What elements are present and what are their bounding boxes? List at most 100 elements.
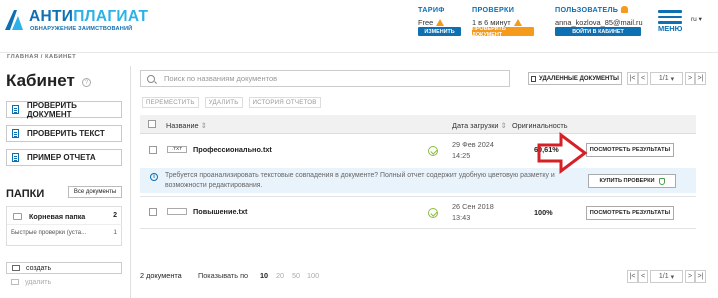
report-icon bbox=[12, 153, 19, 162]
search-input[interactable]: Поиск по названиям документов bbox=[140, 70, 510, 87]
page-value: 1/1 bbox=[658, 273, 669, 280]
upload-date: 26 Сен 2018 bbox=[452, 202, 494, 211]
check-document-label: ПРОВЕРИТЬ ДОКУМЕНТ bbox=[26, 100, 77, 119]
divider bbox=[130, 66, 131, 298]
folders-title: ПАПКИ bbox=[6, 188, 45, 200]
enter-cabinet-button[interactable]: ВОЙТИ В КАБИНЕТ bbox=[555, 27, 641, 36]
folder-icon bbox=[13, 213, 22, 220]
breadcrumb-current: КАБИНЕТ bbox=[45, 54, 77, 60]
page-size-option[interactable]: 100 bbox=[307, 271, 319, 280]
select-all-checkbox[interactable] bbox=[148, 120, 156, 128]
logo-icon bbox=[5, 10, 23, 30]
document-name[interactable]: Повышение.txt bbox=[193, 207, 247, 216]
top-header: АНТИПЛАГИАТ ОБНАРУЖЕНИЕ ЗАИМСТВОВАНИЙ ТА… bbox=[0, 0, 718, 48]
first-page-button[interactable]: |< bbox=[627, 72, 638, 85]
status-check-icon bbox=[428, 146, 438, 156]
create-folder-button[interactable]: создать bbox=[6, 262, 122, 274]
page-value: 1/1 bbox=[658, 75, 669, 82]
text-icon bbox=[12, 129, 19, 138]
language-select[interactable]: ru ▾ bbox=[691, 15, 702, 23]
checks-block: ПРОВЕРКИ 1 в 6 минут bbox=[472, 5, 522, 27]
breadcrumb-separator: / bbox=[40, 54, 43, 60]
breadcrumb-home[interactable]: ГЛАВНАЯ bbox=[7, 54, 39, 60]
document-name[interactable]: Профессионально.txt bbox=[193, 145, 272, 154]
row-divider bbox=[140, 196, 696, 197]
first-page-button[interactable]: |< bbox=[627, 270, 638, 283]
file-type-badge: .TXT bbox=[167, 146, 187, 153]
check-document-button[interactable]: ПРОВЕРИТЬ ДОКУМЕНТ bbox=[6, 100, 122, 119]
document-icon bbox=[12, 105, 19, 114]
user-block: ПОЛЬЗОВАТЕЛЬ anna_kozlova_85@mail.ru bbox=[555, 5, 643, 27]
status-check-icon bbox=[428, 208, 438, 218]
folder-item-root[interactable]: Корневая папка bbox=[29, 212, 85, 221]
tariff-block: ТАРИФ Free bbox=[418, 5, 445, 27]
deleted-documents-button[interactable]: УДАЛЕННЫЕ ДОКУМЕНТЫ bbox=[528, 72, 622, 85]
last-page-button[interactable]: >| bbox=[695, 270, 706, 283]
breadcrumb: ГЛАВНАЯ / КАБИНЕТ bbox=[7, 54, 76, 60]
next-page-button[interactable]: > bbox=[685, 270, 695, 283]
prev-page-button[interactable]: < bbox=[638, 72, 648, 85]
user-email[interactable]: anna_kozlova_85@mail.ru bbox=[555, 18, 643, 27]
check-document-header-button[interactable]: ПРОВЕРИТЬ ДОКУМЕНТ bbox=[472, 26, 534, 38]
page-size-option[interactable]: 50 bbox=[292, 271, 300, 280]
help-icon[interactable]: ? bbox=[82, 78, 91, 87]
file-type-badge bbox=[167, 208, 187, 215]
column-originality: Оригинальность bbox=[512, 121, 568, 130]
move-button[interactable]: ПЕРЕМЕСТИТЬ bbox=[142, 97, 199, 108]
search-icon bbox=[147, 74, 155, 83]
folder-item-quick-checks[interactable]: Быстрые проверки (уста... bbox=[11, 229, 86, 236]
logo-title-part-1: АНТИ bbox=[29, 8, 74, 25]
buy-checks-button[interactable]: КУПИТЬ ПРОВЕРКИ bbox=[588, 174, 676, 188]
show-by-label: Показывать по bbox=[198, 271, 249, 280]
red-arrow-icon bbox=[537, 132, 588, 174]
warning-icon bbox=[436, 19, 445, 26]
upload-date: 29 Фев 2024 bbox=[452, 140, 494, 149]
check-text-label: ПРОВЕРИТЬ ТЕКСТ bbox=[27, 129, 105, 138]
page-select[interactable]: 1/1 ▾ bbox=[650, 270, 683, 283]
bulk-actions: ПЕРЕМЕСТИТЬ УДАЛИТЬ ИСТОРИЯ ОТЧЕТОВ bbox=[142, 97, 321, 108]
document-count: 2 документа bbox=[140, 271, 182, 280]
upsell-text: Требуется проанализировать текстовые сов… bbox=[165, 172, 555, 189]
breadcrumb-bar bbox=[0, 52, 718, 63]
folder-list: Корневая папка 2 Быстрые проверки (уста.… bbox=[6, 206, 122, 246]
page-size-option[interactable]: 20 bbox=[276, 271, 284, 280]
delete-folder-button[interactable]: удалить bbox=[6, 276, 122, 288]
prev-page-button[interactable]: < bbox=[638, 270, 648, 283]
page-title: Кабинет bbox=[6, 71, 75, 90]
logo-subtitle: ОБНАРУЖЕНИЕ ЗАИМСТВОВАНИЙ bbox=[30, 26, 133, 32]
view-results-button[interactable]: ПОСМОТРЕТЬ РЕЗУЛЬТАТЫ bbox=[586, 143, 674, 157]
all-documents-button[interactable]: Все документы bbox=[68, 186, 122, 198]
view-results-button[interactable]: ПОСМОТРЕТЬ РЕЗУЛЬТАТЫ bbox=[586, 206, 674, 220]
page-size-option[interactable]: 10 bbox=[260, 271, 268, 280]
row-checkbox[interactable] bbox=[149, 146, 157, 154]
buy-checks-label: КУПИТЬ ПРОВЕРКИ bbox=[599, 178, 655, 184]
row-divider bbox=[140, 228, 696, 229]
logo-title-part-2: ПЛАГИАТ bbox=[73, 8, 149, 25]
trash-icon bbox=[531, 75, 537, 82]
sort-icon: ⇕ bbox=[200, 121, 207, 130]
page-select[interactable]: 1/1 ▾ bbox=[650, 72, 683, 85]
column-name[interactable]: Название ⇕ bbox=[166, 121, 207, 130]
upload-time: 13:43 bbox=[452, 213, 471, 222]
search-placeholder: Поиск по названиям документов bbox=[164, 74, 278, 83]
next-page-button[interactable]: > bbox=[685, 72, 695, 85]
info-icon: i bbox=[150, 173, 158, 181]
language-value: ru bbox=[691, 16, 697, 23]
last-page-button[interactable]: >| bbox=[695, 72, 706, 85]
bell-icon[interactable] bbox=[621, 6, 629, 13]
upload-time: 14:25 bbox=[452, 151, 471, 160]
logo-title[interactable]: АНТИПЛАГИАТ bbox=[29, 8, 148, 26]
deleted-documents-label: УДАЛЕННЫЕ ДОКУМЕНТЫ bbox=[539, 75, 619, 82]
column-date[interactable]: Дата загрузки ⇕ bbox=[452, 121, 507, 130]
delete-button[interactable]: УДАЛИТЬ bbox=[204, 97, 243, 108]
table-header: Название ⇕ Дата загрузки ⇕ Оригинальност… bbox=[140, 115, 696, 134]
report-history-button[interactable]: ИСТОРИЯ ОТЧЕТОВ bbox=[248, 97, 321, 108]
change-tariff-button[interactable]: ИЗМЕНИТЬ bbox=[418, 27, 461, 36]
create-label: создать bbox=[26, 264, 52, 272]
menu-label[interactable]: МЕНЮ bbox=[658, 24, 682, 33]
check-text-button[interactable]: ПРОВЕРИТЬ ТЕКСТ bbox=[6, 125, 122, 142]
sort-icon: ⇕ bbox=[500, 121, 507, 130]
sample-report-button[interactable]: ПРИМЕР ОТЧЕТА bbox=[6, 149, 122, 166]
row-checkbox[interactable] bbox=[149, 208, 157, 216]
folder-count: 2 bbox=[113, 212, 117, 219]
